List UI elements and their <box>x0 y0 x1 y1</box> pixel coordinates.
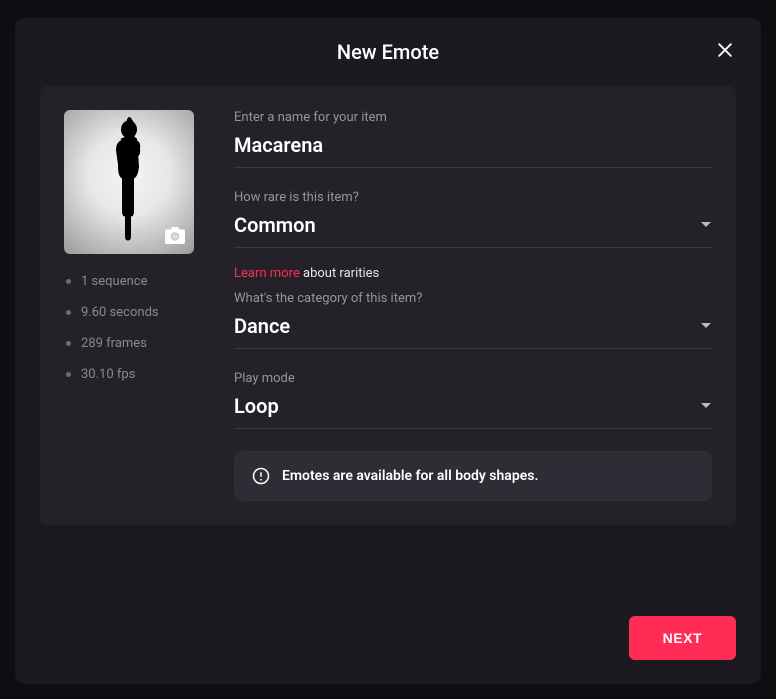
learn-more-text: about rarities <box>300 266 379 281</box>
next-button[interactable]: NEXT <box>629 616 736 660</box>
chevron-down-icon <box>700 221 712 229</box>
modal-footer: NEXT <box>15 596 761 684</box>
chevron-down-icon <box>700 402 712 410</box>
playmode-label: Play mode <box>234 371 712 386</box>
learn-more-link[interactable]: Learn more <box>234 266 300 281</box>
rarity-label: How rare is this item? <box>234 190 712 205</box>
close-icon <box>715 40 735 60</box>
name-label: Enter a name for your item <box>234 110 712 125</box>
info-icon <box>252 467 270 485</box>
right-column: Enter a name for your item How rare is t… <box>234 110 712 501</box>
category-select[interactable]: Dance <box>234 314 712 349</box>
close-button[interactable] <box>715 40 739 64</box>
info-bar: Emotes are available for all body shapes… <box>234 451 712 501</box>
stat-sequence: 1 sequence <box>66 274 204 289</box>
field-rarity: How rare is this item? Common Learn more… <box>234 190 712 281</box>
category-value: Dance <box>234 314 700 338</box>
content-panel: 1 sequence 9.60 seconds 289 frames 30.10… <box>40 86 736 525</box>
name-input-row <box>234 133 712 168</box>
stat-frames: 289 frames <box>66 336 204 351</box>
modal-title: New Emote <box>337 40 439 64</box>
field-playmode: Play mode Loop <box>234 371 712 429</box>
stat-duration: 9.60 seconds <box>66 305 204 320</box>
field-name: Enter a name for your item <box>234 110 712 168</box>
camera-icon <box>162 224 188 248</box>
info-message: Emotes are available for all body shapes… <box>282 468 538 484</box>
playmode-select[interactable]: Loop <box>234 394 712 429</box>
emote-thumbnail[interactable] <box>64 110 194 254</box>
stat-fps: 30.10 fps <box>66 367 204 382</box>
field-category: What's the category of this item? Dance <box>234 291 712 349</box>
name-input[interactable] <box>234 133 712 157</box>
chevron-down-icon <box>700 322 712 330</box>
new-emote-modal: New Emote <box>15 18 761 684</box>
category-label: What's the category of this item? <box>234 291 712 306</box>
playmode-value: Loop <box>234 394 700 418</box>
rarity-value: Common <box>234 213 700 237</box>
avatar-silhouette <box>94 116 164 242</box>
rarities-learn-row: Learn more about rarities <box>234 262 712 281</box>
left-column: 1 sequence 9.60 seconds 289 frames 30.10… <box>64 110 204 501</box>
emote-stats: 1 sequence 9.60 seconds 289 frames 30.10… <box>64 274 204 382</box>
modal-header: New Emote <box>15 18 761 86</box>
rarity-select[interactable]: Common <box>234 213 712 248</box>
